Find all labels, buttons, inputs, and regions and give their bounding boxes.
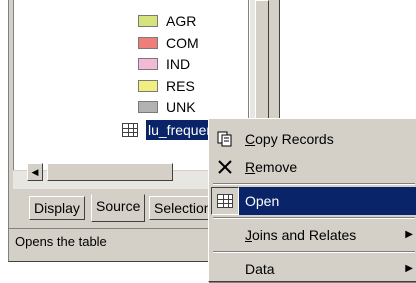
tab-display[interactable]: Display	[29, 196, 85, 220]
copy-icon	[217, 131, 232, 147]
submenu-arrow-icon: ▶	[405, 229, 413, 240]
menu-item-label: Copy Records	[245, 131, 334, 147]
submenu-arrow-icon: ▶	[405, 263, 413, 274]
legend-label: UNK	[166, 99, 196, 115]
x-remove-icon	[218, 160, 232, 174]
menu-item-copy-records[interactable]: Copy Records	[211, 125, 416, 153]
legend-label: RES	[166, 78, 195, 94]
menu-item-label: Joins and Relates	[245, 227, 357, 243]
menu-separator	[213, 217, 415, 219]
legend-swatch	[138, 80, 158, 92]
legend-label: IND	[166, 56, 191, 72]
menu-separator	[213, 251, 415, 253]
legend-swatch	[138, 101, 158, 113]
menu-item-label: Data	[245, 261, 275, 277]
menu-separator	[213, 183, 415, 185]
menu-item-open[interactable]: Open	[211, 187, 416, 215]
menu-item-label: Remove	[245, 159, 298, 175]
legend-label: AGR	[166, 13, 197, 29]
table-icon	[217, 194, 233, 208]
context-menu: Copy Records Remove Open Joins and Relat…	[208, 118, 416, 282]
tab-source[interactable]: Source	[91, 194, 146, 222]
menu-item-joins-and-relates[interactable]: Joins and Relates ▶	[211, 221, 416, 249]
legend-swatch	[138, 37, 158, 49]
legend-swatch	[138, 15, 158, 27]
tab-selection[interactable]: Selection	[149, 196, 217, 220]
menu-item-remove[interactable]: Remove	[211, 153, 416, 181]
scroll-left-arrow-icon[interactable]: ◀	[27, 163, 43, 181]
menu-item-label: Open	[245, 193, 280, 209]
legend-label: COM	[166, 35, 199, 51]
menu-item-data[interactable]: Data ▶	[211, 255, 416, 283]
legend-swatch	[138, 58, 158, 70]
horizontal-scrollbar-thumb[interactable]	[47, 163, 173, 181]
table-icon	[122, 123, 138, 137]
